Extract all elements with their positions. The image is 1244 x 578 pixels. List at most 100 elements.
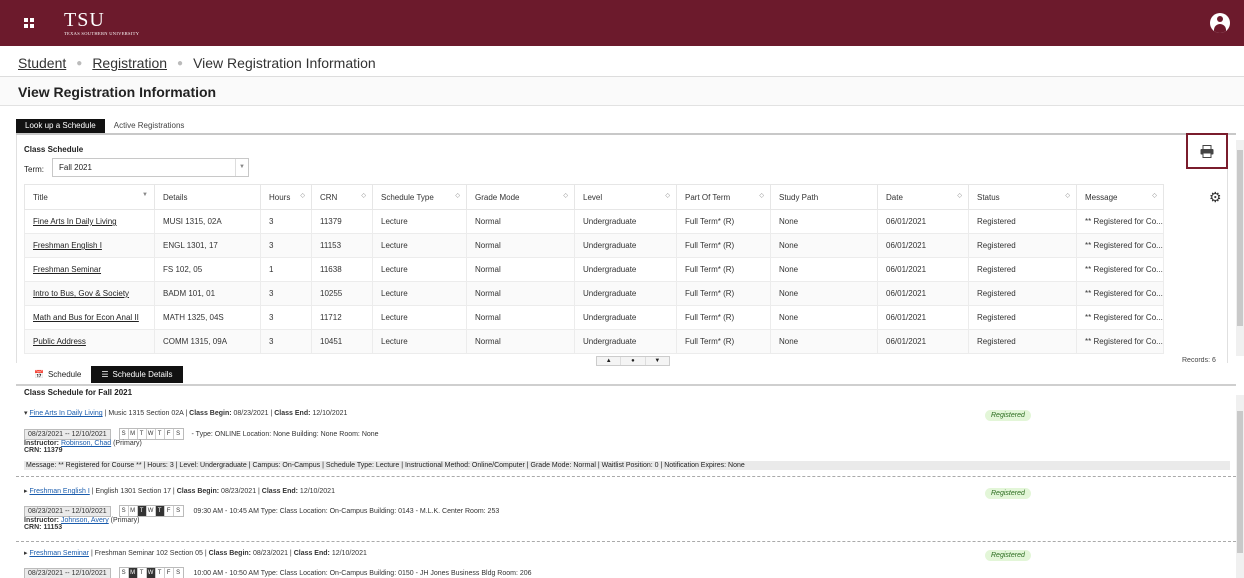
gear-icon[interactable]: ⚙ bbox=[1209, 189, 1222, 206]
table-cell: Normal bbox=[466, 257, 575, 282]
records-count: Records: 6 bbox=[1182, 357, 1216, 363]
tab-look-up-schedule[interactable]: Look up a Schedule bbox=[16, 119, 105, 133]
meeting-type: Type: Class Location: On-Campus Building… bbox=[260, 507, 500, 515]
table-cell: 06/01/2021 bbox=[877, 233, 969, 258]
table-cell: Registered bbox=[968, 305, 1077, 330]
table-cell: Math and Bus for Econ Anal II bbox=[24, 305, 155, 330]
table-cell: COMM 1315, 09A bbox=[154, 329, 261, 354]
course-header[interactable]: ▸ Freshman English I | English 1301 Sect… bbox=[24, 487, 1230, 495]
schedule-details-title: Class Schedule for Fall 2021 bbox=[24, 388, 133, 397]
table-cell: ** Registered for Co... bbox=[1076, 305, 1164, 330]
table-cell: 06/01/2021 bbox=[877, 305, 969, 330]
breadcrumb: Student ● Registration ● View Registrati… bbox=[18, 55, 376, 71]
class-end-label: Class End: bbox=[293, 550, 330, 557]
instructor-label: Instructor: bbox=[24, 440, 59, 447]
university-logo[interactable]: TSU TEXAS SOUTHERN UNIVERSITY bbox=[64, 10, 139, 36]
tab-active-registrations[interactable]: Active Registrations bbox=[105, 119, 194, 133]
course-detail-2: ▸ Freshman English I | English 1301 Sect… bbox=[24, 487, 1230, 531]
table-cell: Lecture bbox=[372, 209, 467, 234]
table-cell: Normal bbox=[466, 329, 575, 354]
table-row[interactable]: Math and Bus for Econ Anal II MATH 1325, … bbox=[24, 305, 1164, 330]
instructor-link[interactable]: Johnson, Avery bbox=[61, 517, 109, 524]
course-title-link[interactable]: Freshman Seminar bbox=[29, 550, 89, 557]
table-resize-handle[interactable]: ▲ ● ▼ bbox=[596, 356, 670, 366]
course-header[interactable]: ▸ Freshman Seminar | Freshman Seminar 10… bbox=[24, 549, 1230, 557]
column-header-details[interactable]: Details bbox=[154, 184, 261, 210]
table-cell: Lecture bbox=[372, 257, 467, 282]
column-header-date[interactable]: Date ◇ bbox=[877, 184, 969, 210]
meeting-dates: 08/23/2021 -- 12/10/2021 bbox=[24, 567, 111, 578]
crn-row: CRN: 11379 bbox=[24, 447, 1230, 454]
course-title-link[interactable]: Public Address bbox=[33, 337, 86, 346]
app-menu-icon[interactable] bbox=[18, 12, 40, 34]
instructor-link[interactable]: Robinson, Chad bbox=[61, 440, 111, 447]
course-detail-1: ▾ Fine Arts In Daily Living | Music 1315… bbox=[24, 409, 1230, 454]
crn-value: CRN: 11153 bbox=[24, 524, 63, 531]
tab-schedule[interactable]: 📅 Schedule bbox=[24, 366, 91, 383]
table-cell: Registered bbox=[968, 281, 1077, 306]
column-header-title[interactable]: Title ▼ bbox=[24, 184, 155, 210]
column-header-hours[interactable]: Hours ◇ bbox=[260, 184, 312, 210]
table-row[interactable]: Freshman English I ENGL 1301, 17 3 11153 Lec… bbox=[24, 233, 1164, 258]
table-cell: Freshman Seminar bbox=[24, 257, 155, 282]
table-cell: 1 bbox=[260, 257, 312, 282]
course-title-link[interactable]: Freshman Seminar bbox=[33, 265, 101, 274]
table-row[interactable]: Fine Arts In Daily Living MUSI 1315, 02A 3… bbox=[24, 209, 1164, 234]
table-cell: Full Term* (R) bbox=[676, 257, 771, 282]
course-summary: | Freshman Seminar 102 Section 05 | bbox=[89, 550, 209, 557]
print-button[interactable] bbox=[1186, 133, 1228, 169]
instructor-role: (Primary) bbox=[111, 440, 142, 447]
table-row[interactable]: Intro to Bus, Gov & Society BADM 101, 01 3… bbox=[24, 281, 1164, 306]
drag-handle-icon[interactable]: ● bbox=[621, 357, 646, 365]
page-title: View Registration Information bbox=[18, 84, 217, 100]
course-title-link[interactable]: Freshman English I bbox=[33, 241, 102, 250]
table-row[interactable]: Public Address COMM 1315, 09A 3 10451 Lectur… bbox=[24, 329, 1164, 354]
chevron-down-icon[interactable]: ▾ bbox=[24, 410, 28, 417]
course-title-link[interactable]: Fine Arts In Daily Living bbox=[33, 217, 117, 226]
table-cell: 3 bbox=[260, 281, 312, 306]
instructor-row: Instructor: Robinson, Chad (Primary) bbox=[24, 440, 1230, 447]
table-cell: Normal bbox=[466, 305, 575, 330]
table-cell: 3 bbox=[260, 209, 312, 234]
column-header-part-of-term[interactable]: Part Of Term ◇ bbox=[676, 184, 771, 210]
class-begin-label: Class Begin: bbox=[208, 550, 251, 557]
table-cell: 11712 bbox=[311, 305, 373, 330]
status-badge: Registered bbox=[985, 410, 1031, 421]
calendar-icon: 📅 bbox=[34, 370, 44, 379]
course-title-link[interactable]: Fine Arts In Daily Living bbox=[29, 410, 102, 417]
meeting-time: 10:00 AM - 10:50 AM bbox=[193, 569, 259, 577]
course-title-link[interactable]: Math and Bus for Econ Anal II bbox=[33, 313, 139, 322]
tab-schedule-details[interactable]: ☰ Schedule Details bbox=[91, 366, 183, 383]
meeting-days: SMTWTFS bbox=[118, 428, 184, 440]
column-header-schedule-type[interactable]: Schedule Type ◇ bbox=[372, 184, 467, 210]
column-header-grade-mode[interactable]: Grade Mode ◇ bbox=[466, 184, 575, 210]
top-header: TSU TEXAS SOUTHERN UNIVERSITY bbox=[0, 0, 1244, 46]
table-row[interactable]: Freshman Seminar FS 102, 05 1 11638 Lecture N… bbox=[24, 257, 1164, 282]
course-title-link[interactable]: Freshman English I bbox=[29, 488, 89, 495]
term-value: Fall 2021 bbox=[59, 163, 92, 172]
user-profile-icon[interactable] bbox=[1210, 13, 1230, 33]
column-header-message[interactable]: Message ◇ bbox=[1076, 184, 1164, 210]
arrow-down-icon[interactable]: ▼ bbox=[646, 357, 669, 365]
column-header-status[interactable]: Status ◇ bbox=[968, 184, 1077, 210]
breadcrumb-registration-link[interactable]: Registration bbox=[92, 55, 167, 71]
column-header-study-path[interactable]: Study Path bbox=[770, 184, 878, 210]
meeting-type: - Type: ONLINE Location: None Building: … bbox=[191, 430, 379, 438]
registration-table: Title ▼ Details Hours ◇ CRN ◇ Schedule Type… bbox=[24, 184, 1164, 354]
details-scrollbar[interactable] bbox=[1236, 395, 1244, 578]
table-scrollbar[interactable] bbox=[1236, 140, 1244, 356]
term-select[interactable]: Fall 2021 ▼ bbox=[52, 158, 249, 177]
course-header[interactable]: ▾ Fine Arts In Daily Living | Music 1315… bbox=[24, 409, 1230, 417]
table-cell: 06/01/2021 bbox=[877, 281, 969, 306]
chevron-right-icon[interactable]: ▸ bbox=[24, 550, 28, 557]
table-cell: ** Registered for Co... bbox=[1076, 209, 1164, 234]
arrow-up-icon[interactable]: ▲ bbox=[597, 357, 622, 365]
table-cell: 11153 bbox=[311, 233, 373, 258]
table-cell: Normal bbox=[466, 233, 575, 258]
course-title-link[interactable]: Intro to Bus, Gov & Society bbox=[33, 289, 129, 298]
breadcrumb-student-link[interactable]: Student bbox=[18, 55, 66, 71]
class-begin-value: 08/23/2021 | bbox=[231, 410, 275, 417]
column-header-level[interactable]: Level ◇ bbox=[574, 184, 677, 210]
chevron-right-icon[interactable]: ▸ bbox=[24, 488, 28, 495]
column-header-crn[interactable]: CRN ◇ bbox=[311, 184, 373, 210]
